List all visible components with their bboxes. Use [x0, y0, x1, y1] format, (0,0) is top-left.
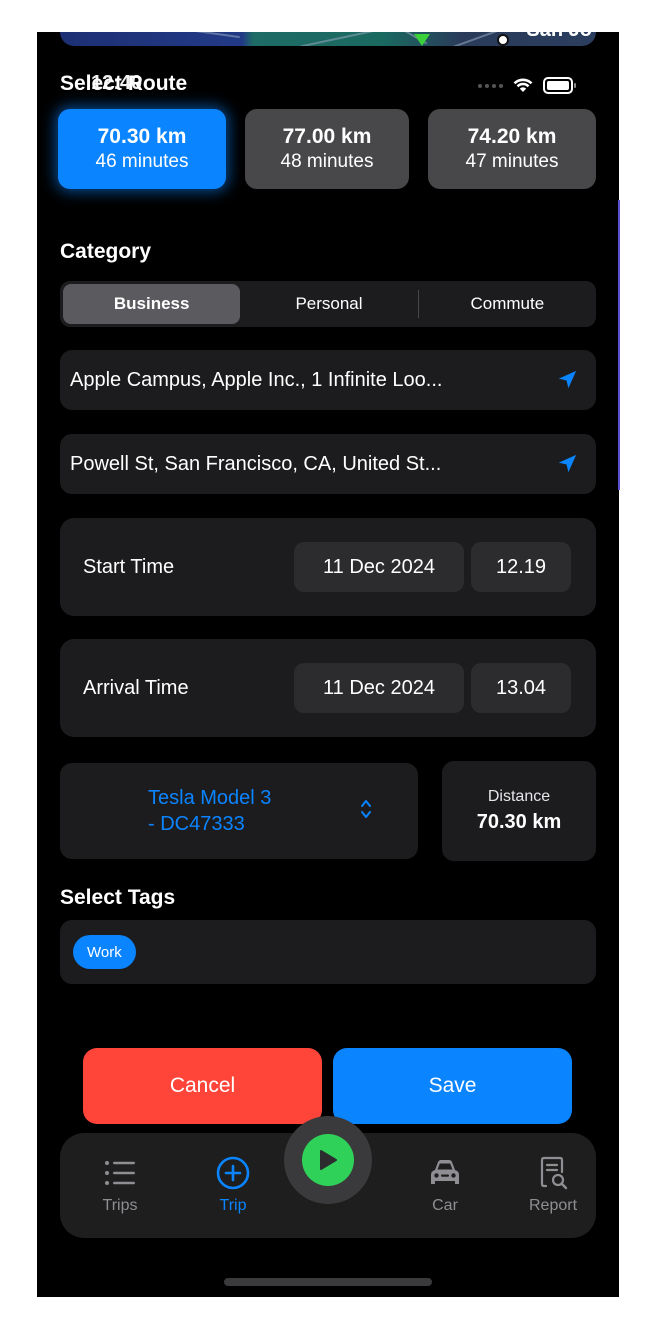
end-location-field[interactable]: Powell St, San Francisco, CA, United St.… — [60, 434, 596, 494]
report-icon — [540, 1156, 568, 1190]
route-duration: 47 minutes — [465, 151, 559, 172]
route-option-2[interactable]: 77.00 km 48 minutes — [245, 109, 409, 189]
play-icon — [320, 1150, 337, 1170]
save-button[interactable]: Save — [333, 1048, 572, 1124]
category-business[interactable]: Business — [63, 284, 241, 324]
tags-container[interactable]: Work — [60, 920, 596, 984]
tab-label: Car — [432, 1197, 458, 1214]
category-title: Category — [60, 240, 152, 263]
vehicle-name: Tesla Model 3 - DC47333 — [148, 785, 271, 837]
route-map[interactable]: San Jo — [60, 32, 596, 46]
status-time: 12:40 — [91, 72, 143, 94]
window-edge — [618, 200, 620, 490]
arrival-time-label: Arrival Time — [83, 676, 189, 699]
status-icons — [478, 77, 576, 94]
map-label: San Jo — [526, 32, 592, 40]
arrival-date-picker[interactable]: 11 Dec 2024 — [294, 663, 464, 713]
map-poi-icon — [497, 34, 509, 46]
start-time-picker[interactable]: 12.19 — [471, 542, 571, 592]
tab-car[interactable]: Car — [405, 1155, 485, 1215]
end-location-text: Powell St, San Francisco, CA, United St.… — [70, 452, 442, 475]
location-arrow-icon[interactable] — [556, 369, 578, 391]
start-trip-button[interactable] — [284, 1116, 372, 1204]
tab-label: Trip — [219, 1197, 247, 1214]
battery-icon — [543, 77, 576, 94]
vehicle-plate: - DC47333 — [148, 813, 245, 835]
category-segmented-control: Business Personal Commute — [60, 281, 596, 327]
cellular-signal-icon — [478, 83, 503, 88]
start-location-text: Apple Campus, Apple Inc., 1 Infinite Loo… — [70, 368, 443, 391]
home-indicator[interactable] — [224, 1278, 432, 1286]
tab-label: Trips — [102, 1197, 138, 1214]
location-arrow-icon[interactable] — [556, 453, 578, 475]
distance-label: Distance — [487, 788, 551, 805]
car-icon — [431, 1160, 459, 1184]
tab-label: Report — [528, 1197, 578, 1214]
destination-pin-icon — [414, 34, 430, 46]
route-distance: 74.20 km — [467, 125, 557, 148]
start-time-row: Start Time 11 Dec 2024 12.19 — [60, 518, 596, 616]
distance-value: 70.30 km — [476, 811, 562, 833]
category-personal[interactable]: Personal — [240, 284, 417, 324]
arrival-time-picker[interactable]: 13.04 — [471, 663, 571, 713]
start-time-label: Start Time — [83, 555, 175, 578]
wifi-icon — [513, 78, 533, 92]
tab-trips[interactable]: Trips — [80, 1155, 160, 1215]
start-date-picker[interactable]: 11 Dec 2024 — [294, 542, 464, 592]
plus-circle-icon — [216, 1156, 250, 1190]
route-options: 70.30 km 46 minutes 77.00 km 48 minutes … — [58, 109, 596, 189]
tab-report[interactable]: Report — [513, 1155, 593, 1215]
phone-screen: San Jo Select Route 12:40 70.30 km 46 mi… — [37, 32, 619, 1297]
route-distance: 70.30 km — [97, 125, 187, 148]
route-duration: 48 minutes — [280, 151, 374, 172]
tag-work[interactable]: Work — [73, 935, 136, 969]
play-button-circle — [302, 1134, 354, 1186]
distance-display: Distance 70.30 km — [442, 761, 596, 861]
category-commute[interactable]: Commute — [419, 284, 596, 324]
vehicle-picker[interactable]: Tesla Model 3 - DC47333 — [60, 763, 418, 859]
tab-trip[interactable]: Trip — [193, 1155, 273, 1215]
arrival-time-row: Arrival Time 11 Dec 2024 13.04 — [60, 639, 596, 737]
cancel-button[interactable]: Cancel — [83, 1048, 322, 1124]
start-location-field[interactable]: Apple Campus, Apple Inc., 1 Infinite Loo… — [60, 350, 596, 410]
vehicle-model: Tesla Model 3 — [148, 787, 272, 809]
list-icon — [105, 1161, 135, 1185]
route-duration: 46 minutes — [95, 151, 189, 172]
route-option-3[interactable]: 74.20 km 47 minutes — [428, 109, 596, 189]
route-distance: 77.00 km — [282, 125, 372, 148]
chevron-up-down-icon — [361, 800, 371, 818]
route-option-1[interactable]: 70.30 km 46 minutes — [58, 109, 226, 189]
select-tags-title: Select Tags — [60, 886, 176, 909]
